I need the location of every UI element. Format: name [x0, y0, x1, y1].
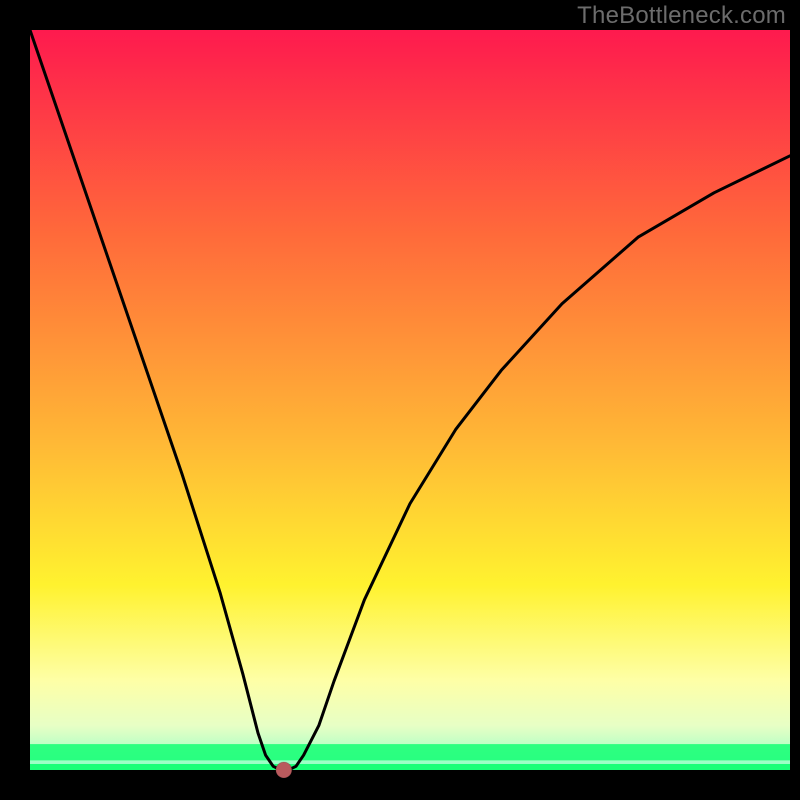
watermark-text: TheBottleneck.com [577, 2, 786, 30]
green-band [30, 744, 790, 760]
baseline-green [30, 764, 790, 770]
plot-area [30, 30, 790, 770]
minimum-dot [276, 762, 292, 778]
chart-svg [0, 0, 800, 800]
chart-container: TheBottleneck.com [0, 0, 800, 800]
